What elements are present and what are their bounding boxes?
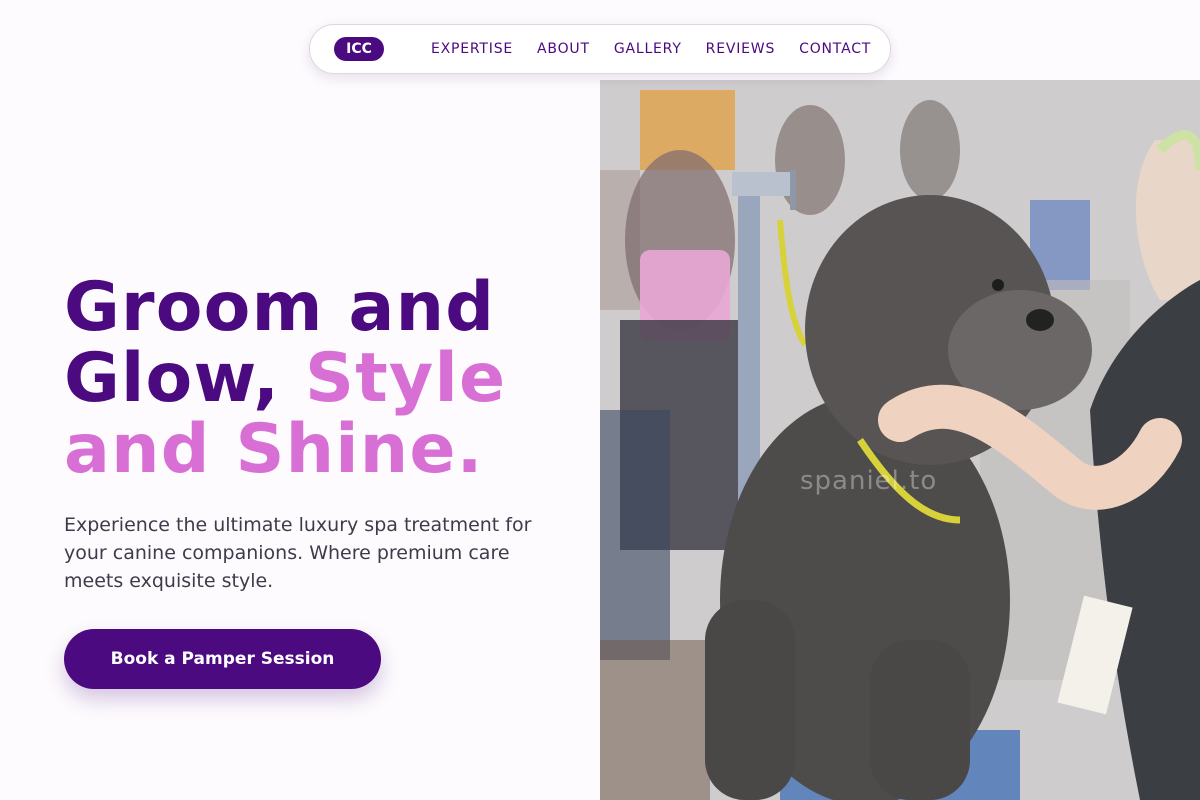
top-nav: ICC EXPERTISE ABOUT GALLERY REVIEWS CONT… [309, 24, 891, 74]
hero-photo-grooming-poodle: spaniel.to [600, 80, 1200, 800]
hero-photo-illustration [600, 80, 1200, 800]
hero-section: Groom and Glow, Style and Shine. Experie… [64, 272, 564, 689]
hero-subtext: Experience the ultimate luxury spa treat… [64, 514, 532, 592]
nav-link-about[interactable]: ABOUT [537, 41, 590, 57]
logo-badge[interactable]: ICC [334, 37, 384, 61]
nav-link-contact[interactable]: CONTACT [799, 41, 871, 57]
photo-watermark: spaniel.to [800, 466, 938, 496]
nav-links: EXPERTISE ABOUT GALLERY REVIEWS CONTACT [431, 41, 871, 57]
nav-link-expertise[interactable]: EXPERTISE [431, 41, 513, 57]
nav-link-gallery[interactable]: GALLERY [614, 41, 682, 57]
nav-link-reviews[interactable]: REVIEWS [706, 41, 775, 57]
book-session-button[interactable]: Book a Pamper Session [64, 629, 381, 689]
hero-headline: Groom and Glow, Style and Shine. [64, 272, 564, 485]
